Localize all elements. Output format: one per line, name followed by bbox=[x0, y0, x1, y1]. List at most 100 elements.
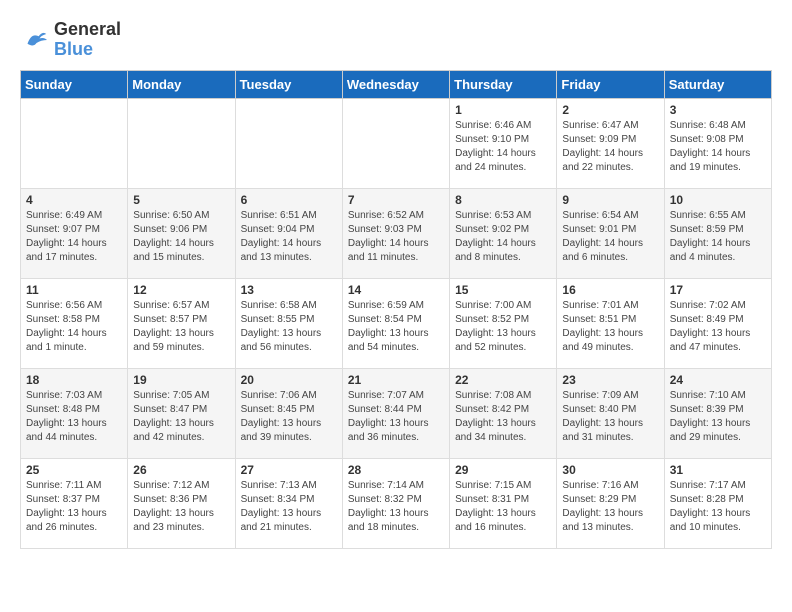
calendar-cell: 12 Sunrise: 6:57 AM Sunset: 8:57 PM Dayli… bbox=[128, 278, 235, 368]
calendar-cell: 20 Sunrise: 7:06 AM Sunset: 8:45 PM Dayli… bbox=[235, 368, 342, 458]
day-detail: Sunrise: 7:05 AM Sunset: 8:47 PM Dayligh… bbox=[133, 389, 229, 445]
calendar-cell: 6Sunrise: 6:51 AM Sunset: 9:04 PM Daylig… bbox=[235, 188, 342, 278]
day-number: 25 bbox=[26, 463, 122, 477]
day-detail: Sunrise: 6:46 AM Sunset: 9:10 PM Dayligh… bbox=[455, 119, 551, 175]
day-detail: Sunrise: 7:17 AM Sunset: 8:28 PM Dayligh… bbox=[670, 479, 766, 535]
header-tuesday: Tuesday bbox=[235, 70, 342, 98]
week-row-3: 18Sunrise: 7:03 AM Sunset: 8:48 PM Dayli… bbox=[21, 368, 772, 458]
header-row: SundayMondayTuesdayWednesdayThursdayFrid… bbox=[21, 70, 772, 98]
day-number: 26 bbox=[133, 463, 229, 477]
day-number: 8 bbox=[455, 193, 551, 207]
logo-icon bbox=[20, 25, 50, 55]
day-number: 21 bbox=[348, 373, 444, 387]
day-detail: Sunrise: 7:03 AM Sunset: 8:48 PM Dayligh… bbox=[26, 389, 122, 445]
header-friday: Friday bbox=[557, 70, 664, 98]
header-thursday: Thursday bbox=[450, 70, 557, 98]
calendar-cell: 23 Sunrise: 7:09 AM Sunset: 8:40 PM Dayli… bbox=[557, 368, 664, 458]
day-detail: Sunrise: 7:15 AM Sunset: 8:31 PM Dayligh… bbox=[455, 479, 551, 535]
calendar-cell: 21 Sunrise: 7:07 AM Sunset: 8:44 PM Dayli… bbox=[342, 368, 449, 458]
day-number: 20 bbox=[241, 373, 337, 387]
day-number: 31 bbox=[670, 463, 766, 477]
calendar-cell: 11Sunrise: 6:56 AM Sunset: 8:58 PM Dayli… bbox=[21, 278, 128, 368]
logo-text: GeneralBlue bbox=[54, 20, 121, 60]
day-detail: Sunrise: 7:16 AM Sunset: 8:29 PM Dayligh… bbox=[562, 479, 658, 535]
header-wednesday: Wednesday bbox=[342, 70, 449, 98]
calendar-cell bbox=[342, 98, 449, 188]
day-detail: Sunrise: 7:13 AM Sunset: 8:34 PM Dayligh… bbox=[241, 479, 337, 535]
calendar-cell: 28 Sunrise: 7:14 AM Sunset: 8:32 PM Dayli… bbox=[342, 458, 449, 548]
calendar-cell: 31 Sunrise: 7:17 AM Sunset: 8:28 PM Dayli… bbox=[664, 458, 771, 548]
calendar-cell: 16Sunrise: 7:01 AM Sunset: 8:51 PM Dayli… bbox=[557, 278, 664, 368]
day-detail: Sunrise: 6:49 AM Sunset: 9:07 PM Dayligh… bbox=[26, 209, 122, 265]
day-detail: Sunrise: 6:59 AM Sunset: 8:54 PM Dayligh… bbox=[348, 299, 444, 355]
day-number: 10 bbox=[670, 193, 766, 207]
day-number: 30 bbox=[562, 463, 658, 477]
day-detail: Sunrise: 6:50 AM Sunset: 9:06 PM Dayligh… bbox=[133, 209, 229, 265]
calendar-cell: 18Sunrise: 7:03 AM Sunset: 8:48 PM Dayli… bbox=[21, 368, 128, 458]
day-detail: Sunrise: 7:14 AM Sunset: 8:32 PM Dayligh… bbox=[348, 479, 444, 535]
header-monday: Monday bbox=[128, 70, 235, 98]
calendar-cell: 27 Sunrise: 7:13 AM Sunset: 8:34 PM Dayli… bbox=[235, 458, 342, 548]
day-detail: Sunrise: 6:57 AM Sunset: 8:57 PM Dayligh… bbox=[133, 299, 229, 355]
day-number: 15 bbox=[455, 283, 551, 297]
week-row-0: 1 Sunrise: 6:46 AM Sunset: 9:10 PM Daylig… bbox=[21, 98, 772, 188]
week-row-1: 4Sunrise: 6:49 AM Sunset: 9:07 PM Daylig… bbox=[21, 188, 772, 278]
calendar-cell: 5 Sunrise: 6:50 AM Sunset: 9:06 PM Daylig… bbox=[128, 188, 235, 278]
day-number: 22 bbox=[455, 373, 551, 387]
day-number: 24 bbox=[670, 373, 766, 387]
day-number: 19 bbox=[133, 373, 229, 387]
calendar-cell bbox=[21, 98, 128, 188]
week-row-2: 11Sunrise: 6:56 AM Sunset: 8:58 PM Dayli… bbox=[21, 278, 772, 368]
calendar-cell: 25 Sunrise: 7:11 AM Sunset: 8:37 PM Dayli… bbox=[21, 458, 128, 548]
day-number: 1 bbox=[455, 103, 551, 117]
day-number: 6 bbox=[241, 193, 337, 207]
day-detail: Sunrise: 6:53 AM Sunset: 9:02 PM Dayligh… bbox=[455, 209, 551, 265]
calendar-cell: 13Sunrise: 6:58 AM Sunset: 8:55 PM Dayli… bbox=[235, 278, 342, 368]
calendar-cell: 8 Sunrise: 6:53 AM Sunset: 9:02 PM Daylig… bbox=[450, 188, 557, 278]
calendar-cell: 15 Sunrise: 7:00 AM Sunset: 8:52 PM Dayli… bbox=[450, 278, 557, 368]
calendar-cell: 7 Sunrise: 6:52 AM Sunset: 9:03 PM Daylig… bbox=[342, 188, 449, 278]
logo: GeneralBlue bbox=[20, 20, 121, 60]
day-detail: Sunrise: 7:06 AM Sunset: 8:45 PM Dayligh… bbox=[241, 389, 337, 445]
calendar-cell: 24 Sunrise: 7:10 AM Sunset: 8:39 PM Dayli… bbox=[664, 368, 771, 458]
day-detail: Sunrise: 7:02 AM Sunset: 8:49 PM Dayligh… bbox=[670, 299, 766, 355]
page-header: GeneralBlue bbox=[20, 20, 772, 60]
calendar-cell: 1 Sunrise: 6:46 AM Sunset: 9:10 PM Daylig… bbox=[450, 98, 557, 188]
header-saturday: Saturday bbox=[664, 70, 771, 98]
day-number: 12 bbox=[133, 283, 229, 297]
day-number: 29 bbox=[455, 463, 551, 477]
day-number: 28 bbox=[348, 463, 444, 477]
calendar-cell: 14Sunrise: 6:59 AM Sunset: 8:54 PM Dayli… bbox=[342, 278, 449, 368]
day-detail: Sunrise: 7:00 AM Sunset: 8:52 PM Dayligh… bbox=[455, 299, 551, 355]
day-detail: Sunrise: 7:12 AM Sunset: 8:36 PM Dayligh… bbox=[133, 479, 229, 535]
calendar-table: SundayMondayTuesdayWednesdayThursdayFrid… bbox=[20, 70, 772, 549]
calendar-cell: 19 Sunrise: 7:05 AM Sunset: 8:47 PM Dayli… bbox=[128, 368, 235, 458]
day-detail: Sunrise: 7:09 AM Sunset: 8:40 PM Dayligh… bbox=[562, 389, 658, 445]
calendar-cell: 9 Sunrise: 6:54 AM Sunset: 9:01 PM Daylig… bbox=[557, 188, 664, 278]
day-detail: Sunrise: 7:11 AM Sunset: 8:37 PM Dayligh… bbox=[26, 479, 122, 535]
day-number: 23 bbox=[562, 373, 658, 387]
day-detail: Sunrise: 6:54 AM Sunset: 9:01 PM Dayligh… bbox=[562, 209, 658, 265]
day-detail: Sunrise: 6:52 AM Sunset: 9:03 PM Dayligh… bbox=[348, 209, 444, 265]
calendar-cell: 30 Sunrise: 7:16 AM Sunset: 8:29 PM Dayli… bbox=[557, 458, 664, 548]
calendar-cell: 10Sunrise: 6:55 AM Sunset: 8:59 PM Dayli… bbox=[664, 188, 771, 278]
calendar-cell: 29 Sunrise: 7:15 AM Sunset: 8:31 PM Dayli… bbox=[450, 458, 557, 548]
day-detail: Sunrise: 7:08 AM Sunset: 8:42 PM Dayligh… bbox=[455, 389, 551, 445]
day-number: 9 bbox=[562, 193, 658, 207]
calendar-cell: 2Sunrise: 6:47 AM Sunset: 9:09 PM Daylig… bbox=[557, 98, 664, 188]
calendar-header: SundayMondayTuesdayWednesdayThursdayFrid… bbox=[21, 70, 772, 98]
day-detail: Sunrise: 7:07 AM Sunset: 8:44 PM Dayligh… bbox=[348, 389, 444, 445]
calendar-cell: 3Sunrise: 6:48 AM Sunset: 9:08 PM Daylig… bbox=[664, 98, 771, 188]
day-number: 3 bbox=[670, 103, 766, 117]
day-detail: Sunrise: 7:10 AM Sunset: 8:39 PM Dayligh… bbox=[670, 389, 766, 445]
day-number: 27 bbox=[241, 463, 337, 477]
day-number: 5 bbox=[133, 193, 229, 207]
calendar-cell: 4Sunrise: 6:49 AM Sunset: 9:07 PM Daylig… bbox=[21, 188, 128, 278]
day-detail: Sunrise: 6:47 AM Sunset: 9:09 PM Dayligh… bbox=[562, 119, 658, 175]
day-number: 7 bbox=[348, 193, 444, 207]
calendar-cell bbox=[128, 98, 235, 188]
day-number: 17 bbox=[670, 283, 766, 297]
calendar-cell: 26 Sunrise: 7:12 AM Sunset: 8:36 PM Dayli… bbox=[128, 458, 235, 548]
day-number: 13 bbox=[241, 283, 337, 297]
week-row-4: 25 Sunrise: 7:11 AM Sunset: 8:37 PM Dayli… bbox=[21, 458, 772, 548]
